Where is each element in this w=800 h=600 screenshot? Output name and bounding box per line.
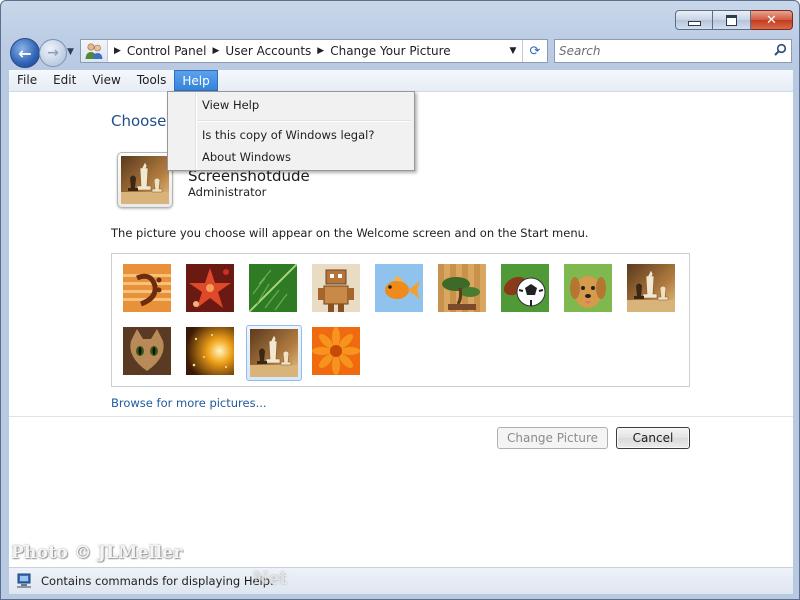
caption-buttons: ✕ xyxy=(675,10,793,30)
status-text: Contains commands for displaying Help. xyxy=(41,574,274,588)
refresh-icon[interactable]: ⟳ xyxy=(522,40,547,62)
search-icon[interactable] xyxy=(769,43,791,60)
close-icon: ✕ xyxy=(766,12,777,28)
search-box xyxy=(554,39,792,63)
back-button[interactable]: ← xyxy=(10,38,40,68)
description-text: The picture you choose will appear on th… xyxy=(111,226,589,240)
watermark: Photo © JLMeller xyxy=(11,543,183,563)
change-picture-button[interactable]: Change Picture xyxy=(497,427,608,449)
window-frame: ✕ ← → ▼ ▶ Control Panel ▶ User Accounts … xyxy=(0,0,800,600)
breadcrumb-change-your-picture[interactable]: Change Your Picture xyxy=(330,44,450,58)
soccer-ball-picture[interactable] xyxy=(501,264,549,312)
flower-picture[interactable] xyxy=(312,327,360,375)
menu-file[interactable]: File xyxy=(9,70,45,91)
bonsai-picture[interactable] xyxy=(438,264,486,312)
page-title: Choose xyxy=(111,112,167,130)
computer-icon xyxy=(15,573,35,589)
back-arrow-icon: ← xyxy=(18,43,32,63)
minimize-icon xyxy=(687,20,701,26)
breadcrumb-user-accounts[interactable]: User Accounts xyxy=(225,44,311,58)
menu-item-view-help[interactable]: View Help xyxy=(202,98,259,112)
menu-item-windows-legal[interactable]: Is this copy of Windows legal? xyxy=(202,128,374,142)
avatar xyxy=(117,152,173,208)
menu-separator xyxy=(198,120,411,122)
breadcrumb-control-panel[interactable]: Control Panel xyxy=(127,44,207,58)
breadcrumb-separator[interactable]: ▶ xyxy=(311,46,330,56)
menu-help[interactable]: Help xyxy=(174,70,218,91)
chevron-down-icon: ▼ xyxy=(67,47,74,57)
sparkle-picture[interactable] xyxy=(186,327,234,375)
leaf-picture[interactable] xyxy=(249,264,297,312)
close-button[interactable]: ✕ xyxy=(751,10,793,30)
menu-tools[interactable]: Tools xyxy=(129,70,175,91)
fish-picture[interactable] xyxy=(375,264,423,312)
menu-bar: File Edit View Tools Help xyxy=(9,70,793,92)
starfish-picture[interactable] xyxy=(186,264,234,312)
forward-button[interactable]: → xyxy=(39,39,67,67)
cancel-button[interactable]: Cancel xyxy=(616,427,690,449)
maximize-icon xyxy=(726,14,737,26)
user-role: Administrator xyxy=(188,185,267,199)
menu-view[interactable]: View xyxy=(84,70,128,91)
status-bar: Contains commands for displaying Help. xyxy=(9,567,793,594)
divider xyxy=(9,416,793,417)
menu-edit[interactable]: Edit xyxy=(45,70,84,91)
dog-picture[interactable] xyxy=(564,264,612,312)
chess-picture-selected[interactable] xyxy=(250,329,298,377)
user-accounts-icon xyxy=(81,40,108,62)
forward-arrow-icon: → xyxy=(47,45,59,61)
breadcrumb-separator[interactable]: ▶ xyxy=(207,46,226,56)
maximize-button[interactable] xyxy=(713,10,751,30)
minimize-button[interactable] xyxy=(675,10,713,30)
guitar-picture[interactable] xyxy=(123,264,171,312)
help-menu-dropdown: View Help Is this copy of Windows legal?… xyxy=(167,91,415,171)
watermark-secondary: Net xyxy=(253,569,288,589)
address-dropdown-icon[interactable]: ▼ xyxy=(504,46,522,56)
chess-picture[interactable] xyxy=(627,264,675,312)
address-bar[interactable]: ▶ Control Panel ▶ User Accounts ▶ Change… xyxy=(80,39,548,63)
robot-picture[interactable] xyxy=(312,264,360,312)
kitten-picture[interactable] xyxy=(123,327,171,375)
breadcrumb-separator: ▶ xyxy=(114,46,121,56)
browse-more-pictures-link[interactable]: Browse for more pictures... xyxy=(111,396,267,410)
picture-gallery xyxy=(111,253,690,387)
address-controls: ▼ ⟳ xyxy=(504,40,547,62)
recent-pages-button[interactable]: ▼ xyxy=(67,47,74,57)
search-input[interactable] xyxy=(555,43,769,59)
menu-item-about-windows[interactable]: About Windows xyxy=(202,150,291,164)
